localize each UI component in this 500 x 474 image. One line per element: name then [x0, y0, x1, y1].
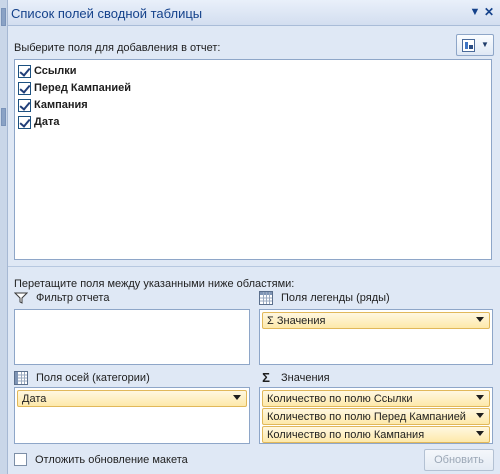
field-list[interactable]: Ссылки Перед Кампанией Кампания Дата	[14, 59, 492, 260]
field-item-campaign[interactable]: Кампания	[18, 97, 88, 113]
update-button[interactable]: Обновить	[424, 449, 494, 471]
field-list-layout-icon	[462, 39, 475, 52]
chevron-down-icon	[233, 395, 241, 400]
values-area[interactable]: Количество по полю Ссылки Количество по …	[259, 387, 493, 444]
field-list-prompt: Выберите поля для добавления в отчет:	[14, 42, 221, 54]
close-icon[interactable]: ✕	[482, 5, 496, 19]
field-checkbox[interactable]	[18, 115, 31, 129]
value-item-links-count[interactable]: Количество по полю Ссылки	[262, 390, 490, 407]
chevron-down-icon	[476, 431, 484, 436]
pill-label: Количество по полю Перед Кампанией	[267, 410, 466, 423]
field-item-date[interactable]: Дата	[18, 114, 59, 130]
field-checkbox[interactable]	[18, 64, 31, 78]
defer-update-checkbox[interactable]	[14, 453, 27, 466]
chevron-down-icon	[476, 317, 484, 322]
areas-drag-hint: Перетащите поля между указанными ниже об…	[14, 278, 295, 290]
sigma-icon: Σ	[262, 370, 270, 385]
axis-item-date[interactable]: Дата	[17, 390, 247, 407]
field-checkbox[interactable]	[18, 98, 31, 112]
panel-titlebar: Список полей сводной таблицы ▼ ✕	[8, 0, 500, 26]
legend-item-values[interactable]: Σ Значения	[262, 312, 490, 329]
strip-tab	[1, 8, 6, 26]
value-item-before-campaign-count[interactable]: Количество по полю Перед Кампанией	[262, 408, 490, 425]
defer-layout-update[interactable]: Отложить обновление макета	[14, 453, 188, 466]
pill-label: Дата	[22, 392, 47, 405]
legend-fields-area[interactable]: Σ Значения	[259, 309, 493, 365]
pivot-field-list-panel: Список полей сводной таблицы ▼ ✕ Выберит…	[8, 0, 500, 474]
field-label: Ссылки	[34, 65, 77, 77]
defer-update-label: Отложить обновление макета	[35, 453, 188, 466]
axis-fields-area[interactable]: Дата	[14, 387, 250, 444]
chevron-down-icon	[476, 413, 484, 418]
axis-grid-icon	[14, 371, 28, 385]
axis-fields-header: Поля осей (категории)	[14, 371, 150, 385]
chevron-down-icon: ▼	[481, 40, 489, 49]
axis-fields-label: Поля осей (категории)	[36, 372, 150, 384]
pill-label: Σ Значения	[267, 314, 326, 327]
field-list-layout-button[interactable]: ▼	[456, 34, 494, 56]
pill-label: Количество по полю Кампания	[267, 428, 425, 441]
report-filter-header: Фильтр отчета	[13, 291, 110, 305]
legend-grid-icon	[259, 291, 273, 305]
left-edge-strip	[0, 0, 8, 474]
field-item-before-campaign[interactable]: Перед Кампанией	[18, 80, 131, 96]
chevron-down-icon	[476, 395, 484, 400]
field-checkbox[interactable]	[18, 81, 31, 95]
values-label: Значения	[281, 372, 330, 384]
filter-icon	[13, 291, 29, 305]
field-label: Дата	[34, 116, 60, 128]
field-label: Кампания	[34, 99, 88, 111]
panel-title: Список полей сводной таблицы	[11, 6, 203, 21]
chevron-down-icon[interactable]: ▼	[468, 5, 482, 19]
values-header: Σ Значения	[259, 371, 330, 385]
legend-fields-header: Поля легенды (ряды)	[259, 291, 390, 305]
field-label: Перед Кампанией	[34, 82, 132, 94]
field-item-links[interactable]: Ссылки	[18, 63, 77, 79]
value-item-campaign-count[interactable]: Количество по полю Кампания	[262, 426, 490, 443]
section-divider	[8, 266, 500, 267]
strip-tab	[1, 108, 6, 126]
legend-fields-label: Поля легенды (ряды)	[281, 292, 390, 304]
report-filter-label: Фильтр отчета	[36, 292, 110, 304]
report-filter-area[interactable]	[14, 309, 250, 365]
pill-label: Количество по полю Ссылки	[267, 392, 413, 405]
